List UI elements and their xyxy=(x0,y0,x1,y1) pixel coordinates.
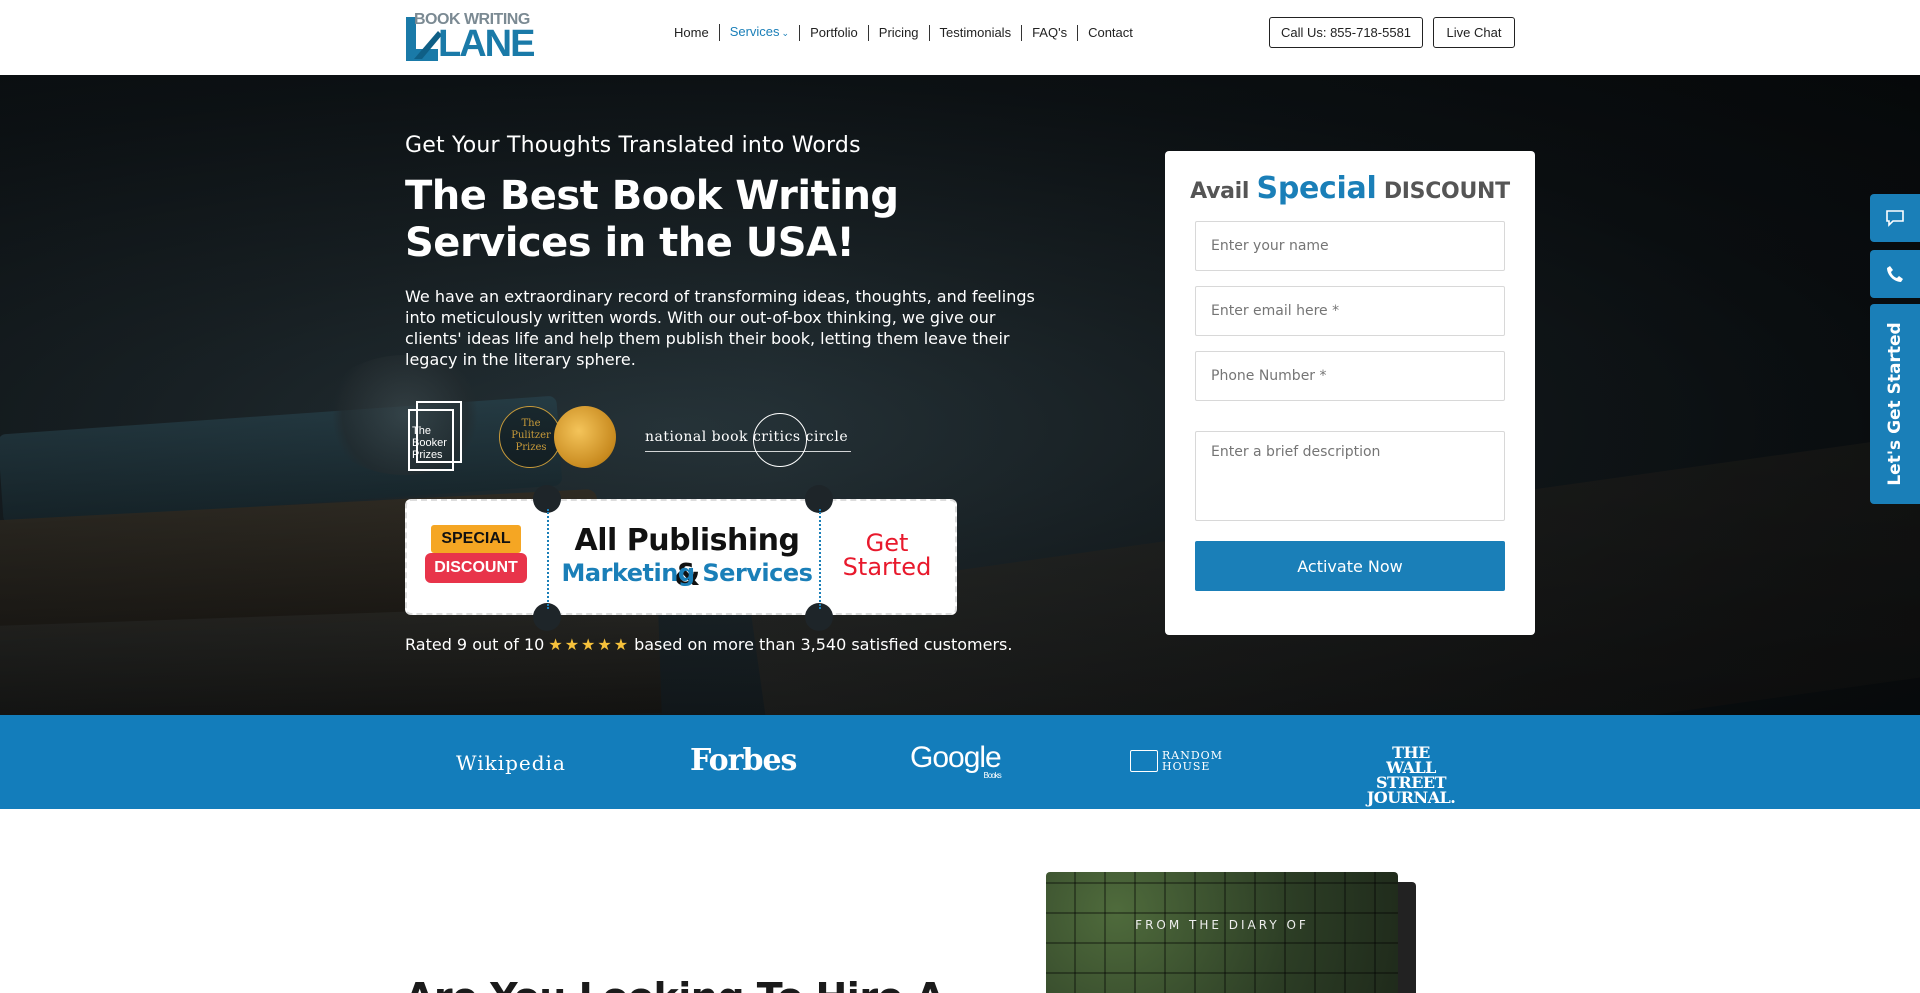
random-house-logo: RANDOM HOUSE xyxy=(1130,750,1232,772)
menu-item-home[interactable]: Home xyxy=(668,25,719,41)
rating-line: Rated 9 out of 10 ★★★★★ based on more th… xyxy=(405,635,1012,654)
wikipedia-logo: Wikipedia xyxy=(456,751,566,775)
form-title-post: DISCOUNT xyxy=(1383,179,1510,204)
hero-title: The Best Book Writing Services in the US… xyxy=(405,173,899,266)
google-text: Google xyxy=(910,741,1002,774)
lets-get-started-tab[interactable]: Let's Get Started xyxy=(1870,304,1920,504)
nbcc-right: circle xyxy=(805,429,849,445)
hero-overlay xyxy=(0,75,1920,715)
menu-item-services[interactable]: Services ⌄ xyxy=(718,24,799,41)
side-chat-button[interactable] xyxy=(1870,194,1920,242)
hero-section: Get Your Thoughts Translated into Words … xyxy=(0,75,1920,715)
book-cover-image: FROM THE DIARY OF xyxy=(1046,872,1416,993)
menu-item-services-label: Services xyxy=(729,24,780,39)
live-chat-button[interactable]: Live Chat xyxy=(1433,17,1515,48)
star-icons: ★★★★★ xyxy=(548,635,631,654)
get-started-link[interactable]: Get Started xyxy=(825,531,949,579)
google-books-logo: Google Books xyxy=(910,741,1002,780)
rating-prefix: Rated 9 out of 10 xyxy=(405,635,545,654)
special-discount-badge: SPECIAL DISCOUNT xyxy=(425,525,529,589)
top-navbar: BOOK WRITING LANE Home Services ⌄ Portfol… xyxy=(0,0,1920,75)
chevron-down-icon: ⌄ xyxy=(781,28,790,38)
discount-form: Avail Special DISCOUNT Activate Now xyxy=(1165,151,1535,635)
site-logo[interactable]: BOOK WRITING LANE xyxy=(404,11,535,65)
ticket-divider xyxy=(819,509,821,609)
pulitzer-medal-icon xyxy=(554,406,616,468)
random-house-text: RANDOM HOUSE xyxy=(1162,749,1223,773)
nbcc-underline xyxy=(645,451,851,452)
nbcc-logo: national book critics circle xyxy=(645,413,855,467)
main-menu: Home Services ⌄ Portfolio Pricing Testimo… xyxy=(668,24,1143,41)
phone-input[interactable] xyxy=(1195,351,1505,401)
book-cover xyxy=(1046,872,1398,993)
form-title-special: Special xyxy=(1256,171,1377,206)
pulitzer-prizes-text: The Pulitzer Prizes xyxy=(511,418,551,453)
badge-special: SPECIAL xyxy=(431,525,521,553)
ticket-line2: Marketing Services xyxy=(561,559,813,587)
side-tab-label: Let's Get Started xyxy=(1885,322,1905,486)
pulitzer-prizes-logo: The Pulitzer Prizes xyxy=(499,406,619,468)
phone-icon xyxy=(1887,266,1903,282)
form-title: Avail Special DISCOUNT xyxy=(1165,171,1535,206)
wsj-logo: THE WALL STREET JOURNAL. xyxy=(1366,743,1456,807)
booker-prizes-logo: The Booker Prizes xyxy=(408,401,464,471)
name-input[interactable] xyxy=(1195,221,1505,271)
rating-suffix: based on more than 3,540 satisfied custo… xyxy=(634,635,1013,654)
discount-ticket[interactable]: SPECIAL DISCOUNT All Publishing & Market… xyxy=(405,485,957,631)
email-input[interactable] xyxy=(1195,286,1505,336)
badge-discount: DISCOUNT xyxy=(425,553,527,583)
menu-item-faq[interactable]: FAQ's xyxy=(1021,24,1077,41)
description-input[interactable] xyxy=(1195,431,1505,521)
nbcc-mid: critics xyxy=(752,429,801,445)
press-logos-bar: Wikipedia Forbes Google Books RANDOM HOUS… xyxy=(0,715,1920,809)
form-title-pre: Avail xyxy=(1190,179,1250,204)
side-phone-button[interactable] xyxy=(1870,250,1920,298)
menu-item-portfolio[interactable]: Portfolio xyxy=(799,24,868,41)
hero-description: We have an extraordinary record of trans… xyxy=(405,287,1035,369)
menu-item-testimonials[interactable]: Testimonials xyxy=(928,24,1022,41)
menu-item-pricing[interactable]: Pricing xyxy=(867,24,929,41)
book-cover-caption: FROM THE DIARY OF xyxy=(1135,918,1309,932)
nbcc-left: national book xyxy=(645,429,748,445)
nbcc-text: national book critics circle xyxy=(645,429,848,445)
chat-bubble-icon xyxy=(1886,210,1904,227)
activate-now-button[interactable]: Activate Now xyxy=(1195,541,1505,591)
call-us-button[interactable]: Call Us: 855-718-5581 xyxy=(1269,17,1423,48)
section-title: Are You Looking To Hire A xyxy=(405,975,945,993)
forbes-logo: Forbes xyxy=(690,743,797,778)
booker-prizes-text: The Booker Prizes xyxy=(412,425,447,461)
house-icon xyxy=(1130,750,1158,772)
ticket-divider xyxy=(547,509,549,609)
hero-subtitle: Get Your Thoughts Translated into Words xyxy=(405,133,861,158)
logo-text-big: LANE xyxy=(438,23,535,65)
menu-item-contact[interactable]: Contact xyxy=(1077,24,1143,41)
